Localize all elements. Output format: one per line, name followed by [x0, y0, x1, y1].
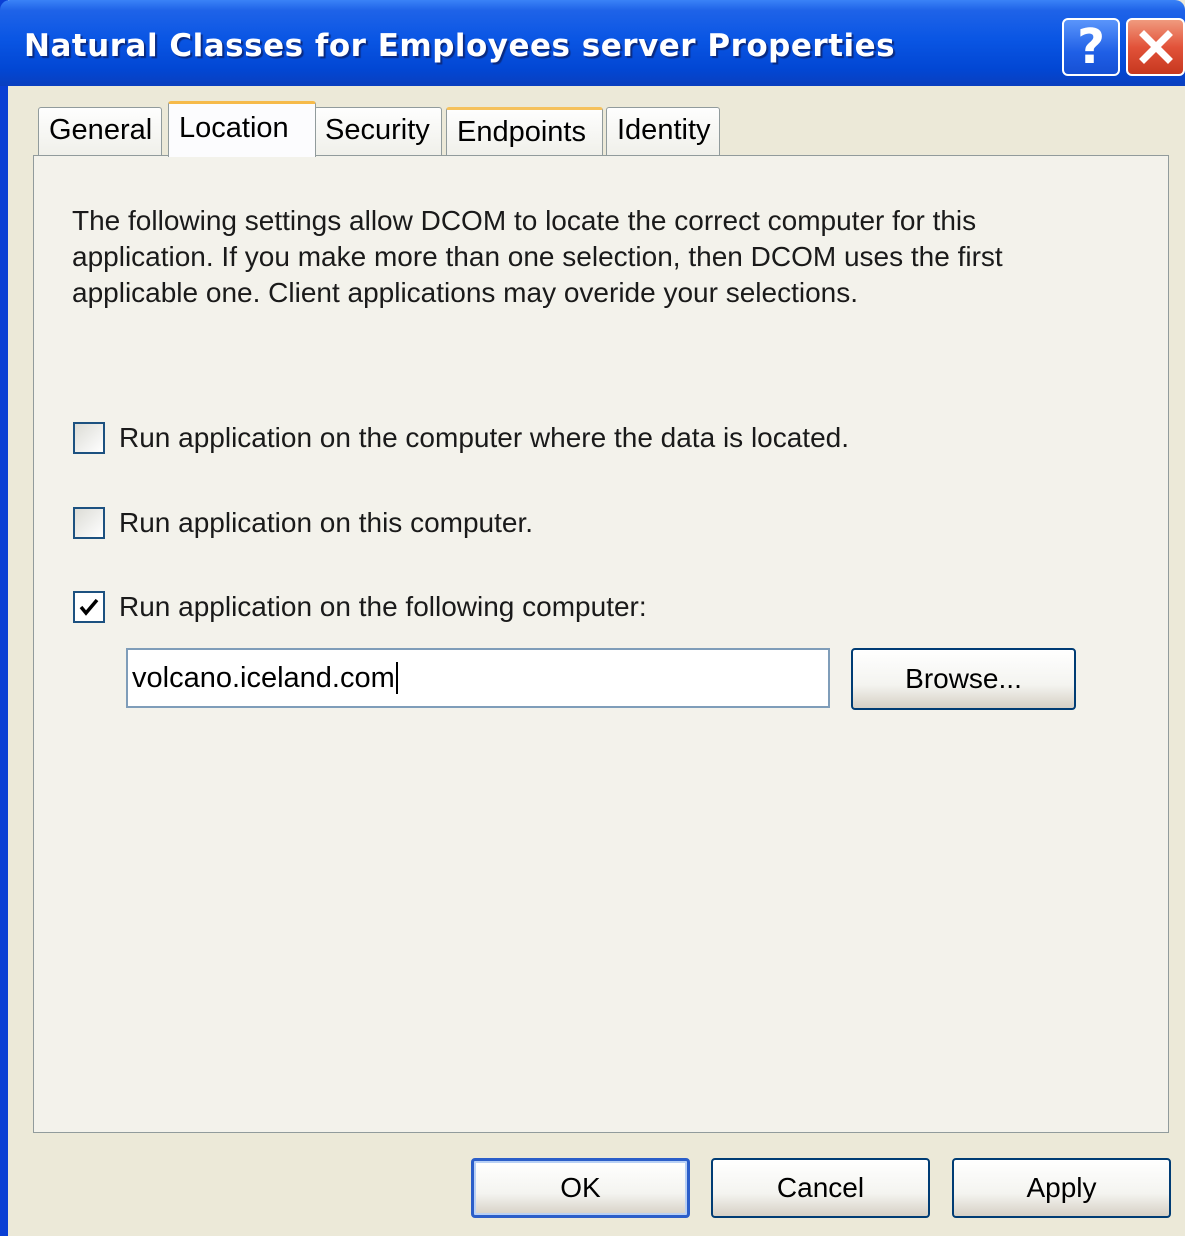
text-caret	[395, 662, 398, 694]
tab-endpoints[interactable]: Endpoints	[446, 107, 603, 155]
help-icon: ?	[1077, 19, 1105, 75]
close-button[interactable]	[1126, 18, 1185, 76]
cancel-button[interactable]: Cancel	[711, 1158, 930, 1218]
apply-button[interactable]: Apply	[952, 1158, 1171, 1218]
tab-location[interactable]: Location	[168, 101, 316, 157]
checkmark-icon	[79, 598, 99, 616]
help-button[interactable]: ?	[1062, 18, 1120, 76]
tab-general[interactable]: General	[38, 107, 162, 155]
option-data-location-label[interactable]: Run application on the computer where th…	[119, 422, 849, 454]
computer-name-input[interactable]: volcano.iceland.com	[126, 648, 830, 708]
title-bar[interactable]: Natural Classes for Employees server Pro…	[0, 0, 1185, 86]
tab-security[interactable]: Security	[314, 107, 442, 155]
option-data-location-checkbox[interactable]	[73, 422, 105, 454]
window-title: Natural Classes for Employees server Pro…	[24, 28, 896, 64]
option-following-computer-row[interactable]: Run application on the following compute…	[73, 589, 647, 625]
tab-identity[interactable]: Identity	[606, 107, 720, 155]
option-this-computer-label[interactable]: Run application on this computer.	[119, 507, 533, 539]
ok-button[interactable]: OK	[471, 1158, 690, 1218]
option-following-computer-label[interactable]: Run application on the following compute…	[119, 591, 647, 623]
location-description: The following settings allow DCOM to loc…	[72, 205, 1003, 308]
browse-button[interactable]: Browse...	[851, 648, 1076, 710]
computer-name-value: volcano.iceland.com	[132, 661, 395, 694]
option-this-computer-checkbox[interactable]	[73, 507, 105, 539]
option-this-computer-row[interactable]: Run application on this computer.	[73, 505, 533, 541]
close-icon	[1138, 30, 1173, 64]
option-following-computer-checkbox[interactable]	[73, 591, 105, 623]
option-data-location-row[interactable]: Run application on the computer where th…	[73, 420, 849, 456]
